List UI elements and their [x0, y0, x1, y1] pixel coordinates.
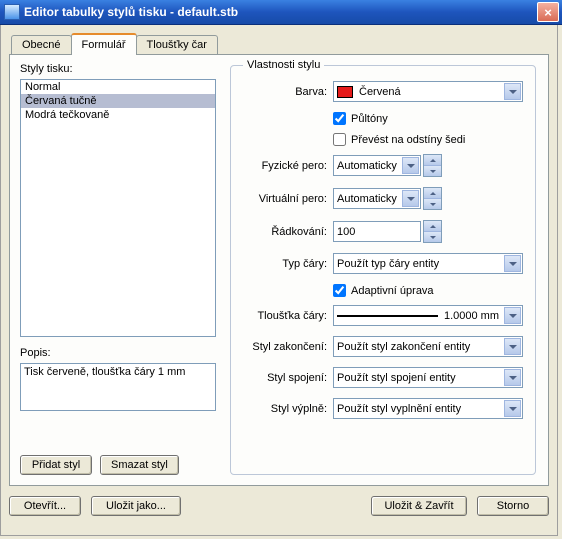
linetype-label: Typ čáry: [243, 258, 333, 270]
phys-pen-spinner[interactable] [423, 154, 442, 177]
cancel-button[interactable]: Storno [477, 496, 549, 516]
spinner-up-icon[interactable] [424, 188, 441, 199]
endcap-label: Styl zakončení: [243, 341, 333, 353]
color-swatch [337, 86, 353, 98]
chevron-down-icon [504, 255, 521, 272]
chevron-down-icon [402, 190, 419, 207]
phys-pen-label: Fyzické pero: [243, 160, 333, 172]
style-listbox[interactable]: Normal Červaná tučně Modrá tečkovaně [20, 79, 216, 337]
client-area: Obecné Formulář Tloušťky čar Styly tisku… [0, 25, 558, 536]
tab-page-form: Styly tisku: Normal Červaná tučně Modrá … [9, 54, 549, 486]
tab-form[interactable]: Formulář [71, 33, 137, 55]
linespacing-label: Řádkování: [243, 226, 333, 238]
linespacing-value: 100 [337, 226, 355, 238]
tab-strip: Obecné Formulář Tloušťky čar [11, 32, 549, 54]
fill-combo[interactable]: Použít styl vyplnění entity [333, 398, 523, 419]
window-title: Editor tabulky stylů tisku - default.stb [24, 5, 537, 19]
endcap-combo[interactable]: Použít styl zakončení entity [333, 336, 523, 357]
close-button[interactable]: × [537, 2, 559, 22]
virt-pen-combo[interactable]: Automaticky [333, 188, 421, 209]
desc-label: Popis: [20, 347, 216, 359]
halftone-label: Půltóny [351, 113, 388, 125]
spinner-up-icon[interactable] [424, 155, 441, 166]
properties-legend: Vlastnosti stylu [243, 59, 324, 71]
linetype-value: Použít typ čáry entity [337, 258, 439, 270]
bottom-bar: Otevřít... Uložit jako... Uložit & Zavří… [9, 496, 549, 516]
virt-pen-value: Automaticky [337, 193, 397, 205]
spinner-down-icon[interactable] [424, 199, 441, 209]
linewidth-preview [337, 315, 438, 317]
chevron-down-icon [402, 157, 419, 174]
adaptive-checkbox-input[interactable] [333, 284, 346, 297]
chevron-down-icon [504, 400, 521, 417]
open-button[interactable]: Otevřít... [9, 496, 81, 516]
title-bar: Editor tabulky stylů tisku - default.stb… [0, 0, 562, 25]
linewidth-combo[interactable]: 1.0000 mm [333, 305, 523, 326]
left-column: Styly tisku: Normal Červaná tučně Modrá … [20, 63, 216, 475]
delete-style-button[interactable]: Smazat styl [100, 455, 179, 475]
virt-pen-label: Virtuální pero: [243, 193, 333, 205]
halftone-checkbox-input[interactable] [333, 112, 346, 125]
tab-general[interactable]: Obecné [11, 35, 72, 54]
list-item[interactable]: Červaná tučně [21, 94, 215, 108]
linetype-combo[interactable]: Použít typ čáry entity [333, 253, 523, 274]
chevron-down-icon [504, 307, 521, 324]
list-item[interactable]: Modrá tečkovaně [21, 108, 215, 122]
chevron-down-icon [504, 338, 521, 355]
color-combo[interactable]: Červená [333, 81, 523, 102]
color-value: Červená [359, 86, 401, 98]
chevron-down-icon [504, 369, 521, 386]
color-label: Barva: [243, 86, 333, 98]
properties-group: Vlastnosti stylu Barva: Červená Půltóny … [230, 59, 536, 475]
halftone-checkbox[interactable]: Půltóny [333, 112, 523, 125]
spinner-up-icon[interactable] [424, 221, 441, 232]
grayscale-label: Převést na odstíny šedi [351, 134, 465, 146]
grayscale-checkbox-input[interactable] [333, 133, 346, 146]
grayscale-checkbox[interactable]: Převést na odstíny šedi [333, 133, 523, 146]
phys-pen-value: Automaticky [337, 160, 397, 172]
save-as-button[interactable]: Uložit jako... [91, 496, 181, 516]
add-style-button[interactable]: Přidat styl [20, 455, 92, 475]
join-combo[interactable]: Použít styl spojení entity [333, 367, 523, 388]
linewidth-label: Tloušťka čáry: [243, 310, 333, 322]
save-close-button[interactable]: Uložit & Zavřít [371, 496, 467, 516]
linewidth-value: 1.0000 mm [444, 310, 499, 322]
fill-label: Styl výplně: [243, 403, 333, 415]
phys-pen-combo[interactable]: Automaticky [333, 155, 421, 176]
linespacing-spinner[interactable] [423, 220, 442, 243]
join-label: Styl spojení: [243, 372, 333, 384]
list-item[interactable]: Normal [21, 80, 215, 94]
join-value: Použít styl spojení entity [337, 372, 456, 384]
desc-textbox[interactable]: Tisk červeně, tloušťka čáry 1 mm [20, 363, 216, 411]
chevron-down-icon [504, 83, 521, 100]
desc-value: Tisk červeně, tloušťka čáry 1 mm [24, 366, 185, 378]
linespacing-input[interactable]: 100 [333, 221, 421, 242]
endcap-value: Použít styl zakončení entity [337, 341, 470, 353]
spinner-down-icon[interactable] [424, 166, 441, 176]
spinner-down-icon[interactable] [424, 232, 441, 242]
fill-value: Použít styl vyplnění entity [337, 403, 461, 415]
adaptive-checkbox[interactable]: Adaptivní úprava [333, 284, 523, 297]
tab-lineweights[interactable]: Tloušťky čar [136, 35, 218, 54]
adaptive-label: Adaptivní úprava [351, 285, 434, 297]
app-icon [4, 4, 20, 20]
virt-pen-spinner[interactable] [423, 187, 442, 210]
styles-label: Styly tisku: [20, 63, 216, 75]
